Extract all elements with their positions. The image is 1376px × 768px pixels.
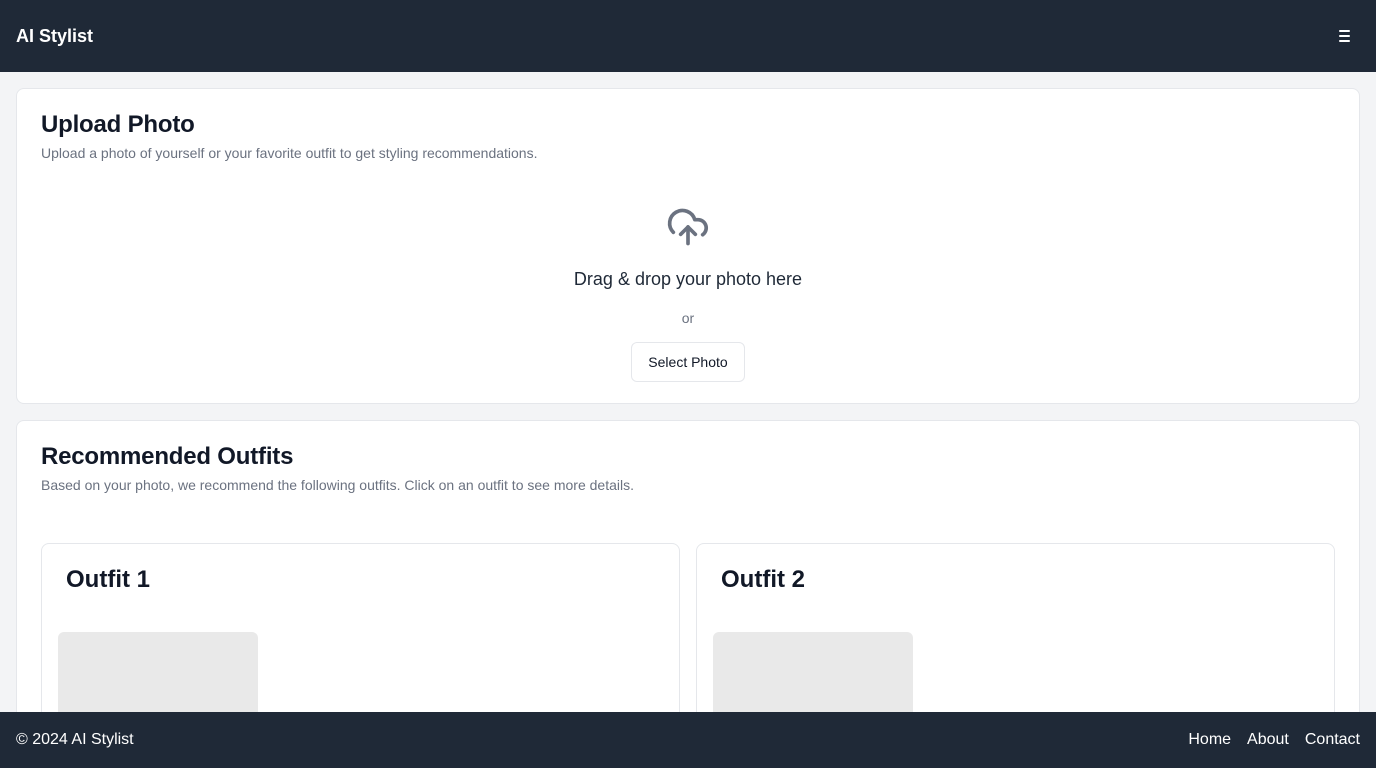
hamburger-menu-icon[interactable] [1328, 20, 1360, 52]
dropzone-text: Drag & drop your photo here [573, 269, 803, 289]
upload-photo-card: Upload Photo Upload a photo of yourself … [16, 88, 1360, 404]
upload-card-subtitle: Upload a photo of yourself or your favor… [41, 145, 538, 161]
main-content: Upload Photo Upload a photo of yourself … [16, 88, 1360, 712]
recommended-outfits-card: Recommended Outfits Based on your photo,… [16, 420, 1360, 712]
or-separator: or [681, 310, 695, 326]
outfit-image-placeholder[interactable] [58, 632, 258, 712]
outfit-title: Outfit 2 [721, 566, 805, 593]
footer-nav: Home About Contact [1188, 731, 1360, 749]
upload-card-title: Upload Photo [41, 111, 195, 138]
footer-link-about[interactable]: About [1247, 731, 1289, 749]
select-photo-button[interactable]: Select Photo [631, 342, 745, 382]
footer-link-contact[interactable]: Contact [1305, 731, 1360, 749]
recommendations-subtitle: Based on your photo, we recommend the fo… [41, 477, 634, 493]
top-navbar: AI Stylist [0, 0, 1376, 72]
outfit-image-placeholder[interactable] [713, 632, 913, 712]
footer-link-home[interactable]: Home [1188, 731, 1231, 749]
outfit-title: Outfit 1 [66, 566, 150, 593]
photo-dropzone[interactable]: Drag & drop your photo here or Select Ph… [17, 205, 1359, 382]
app-title[interactable]: AI Stylist [16, 26, 93, 47]
outfit-card-2[interactable]: Outfit 2 [696, 543, 1335, 712]
outfit-grid: Outfit 1 Outfit 2 [41, 543, 1335, 712]
cloud-upload-icon [667, 208, 708, 246]
recommendations-title: Recommended Outfits [41, 443, 294, 470]
footer-copyright: © 2024 AI Stylist [16, 731, 134, 748]
outfit-card-1[interactable]: Outfit 1 [41, 543, 680, 712]
footer: © 2024 AI Stylist Home About Contact [0, 712, 1376, 768]
